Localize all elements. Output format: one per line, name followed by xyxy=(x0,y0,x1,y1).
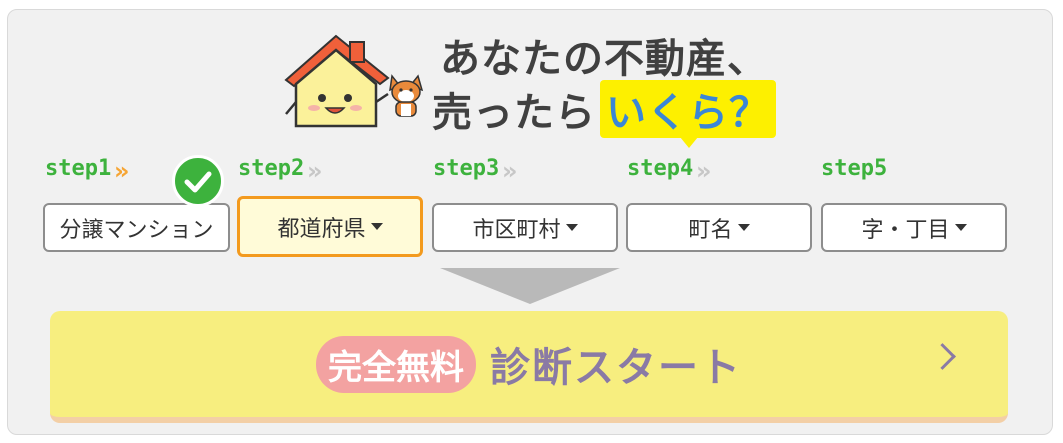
chome-select[interactable]: 字・丁目 xyxy=(821,203,1007,252)
free-badge: 完全無料 xyxy=(316,335,476,393)
prefecture-value: 都道府県 xyxy=(277,216,366,242)
chevron-double-right-icon: » xyxy=(502,157,517,185)
caret-down-icon xyxy=(370,223,383,230)
property-type-select[interactable]: 分譲マンション xyxy=(43,203,230,252)
prefecture-select[interactable]: 都道府県 xyxy=(237,196,423,257)
step-label-1: step1 xyxy=(45,156,112,181)
chevron-double-right-icon: » xyxy=(307,157,322,185)
title-line-2-text: 売ったら xyxy=(432,90,596,136)
town-select[interactable]: 町名 xyxy=(626,203,812,252)
city-value: 市区町村 xyxy=(472,217,561,243)
title-highlight: いくら？ xyxy=(600,80,776,148)
step-label-5: step5 xyxy=(821,156,888,181)
chevron-double-right-icon: » xyxy=(696,157,711,185)
caret-down-icon xyxy=(954,224,967,231)
chome-value: 字・丁目 xyxy=(861,217,950,243)
chevron-double-right-icon: » xyxy=(114,157,129,185)
arrow-down-icon xyxy=(440,268,620,304)
step-label-4: step4 xyxy=(627,156,694,181)
title-line-1: あなたの不動産、 xyxy=(440,36,768,82)
caret-down-icon xyxy=(565,224,578,231)
house-mascot-icon xyxy=(284,34,390,128)
caret-down-icon xyxy=(737,224,750,231)
header: あなたの不動産、 売ったら いくら？ xyxy=(282,20,802,148)
town-value: 町名 xyxy=(688,217,733,243)
chevron-right-icon xyxy=(929,343,956,370)
start-diagnosis-label: 診断スタート xyxy=(490,345,742,391)
step-label-3: step3 xyxy=(433,156,500,181)
check-icon xyxy=(172,155,224,207)
step-label-2: step2 xyxy=(238,156,305,181)
property-type-value: 分譲マンション xyxy=(59,217,214,243)
city-select[interactable]: 市区町村 xyxy=(432,203,618,252)
title-line-2: 売ったら いくら？ xyxy=(432,80,776,148)
dog-mascot-icon xyxy=(389,74,424,117)
start-diagnosis-button[interactable]: 完全無料 診断スタート xyxy=(50,311,1008,423)
